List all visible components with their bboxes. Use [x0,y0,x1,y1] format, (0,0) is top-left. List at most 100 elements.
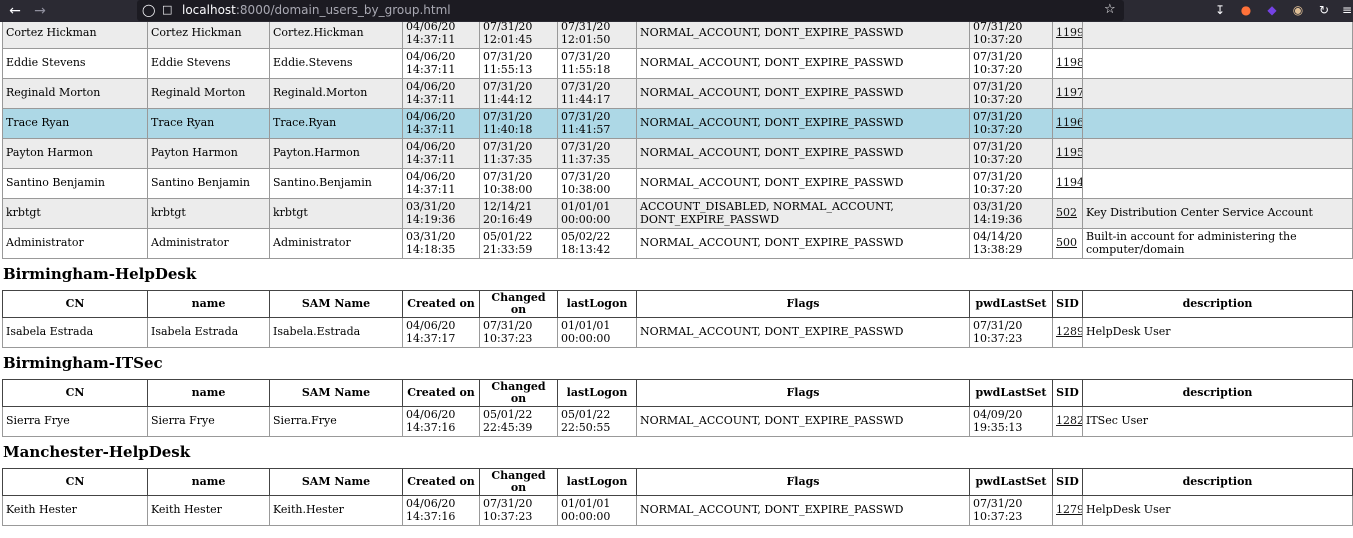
sid-cell: 1199 [1052,18,1083,49]
changed-on-date: 07/31/20 [483,170,533,183]
pwdlastset-cell: 07/31/20 10:37:20 [969,78,1053,109]
changed-on-cell: 07/31/20 11:55:13 [479,48,558,79]
changed-on-cell: 07/31/20 11:40:18 [479,108,558,139]
lastlogon-time: 10:38:00 [561,182,611,196]
sid-link[interactable]: 1279 [1056,503,1082,517]
sid-header: SID [1052,290,1083,318]
created-on-date: 04/06/20 [406,408,456,421]
changed-on-date: 07/31/20 [483,110,533,123]
changed-on-header: Changed on [479,468,558,496]
cn-cell: Sierra Frye [2,406,148,437]
sid-cell: 1279 [1052,495,1083,526]
created-on-time: 14:19:36 [406,212,456,226]
sid-cell: 1197 [1052,78,1083,109]
sid-link[interactable]: 1196 [1056,116,1082,130]
pwdlastset-time: 14:19:36 [973,212,1023,226]
changed-on-cell: 07/31/20 11:44:12 [479,78,558,109]
lastlogon-time: 00:00:00 [561,331,611,345]
lastlogon-date: 07/31/20 [561,140,611,153]
sam-name-cell: Payton.Harmon [269,138,403,169]
lastlogon-date: 05/02/22 [561,230,611,243]
pwdlastset-time: 10:37:23 [973,331,1023,345]
table-row[interactable]: Trace Ryan Trace Ryan Trace.Ryan 04/06/2… [2,108,1353,139]
changed-on-header: Changed on [479,379,558,407]
changed-on-cell: 12/14/21 20:16:49 [479,198,558,229]
lastlogon-cell: 07/31/20 11:37:35 [557,138,637,169]
menu-icon[interactable]: ≡ [1340,3,1353,17]
group-heading: Manchester-HelpDesk [3,443,191,461]
lastlogon-time: 11:55:18 [561,62,611,76]
group-users-table: CN name SAM Name Created on Changed on lastLo… [2,379,1353,437]
lastlogon-date: 01/01/01 [561,200,611,213]
bookmark-star-icon[interactable]: ☆ [1104,2,1116,17]
table-row[interactable]: Eddie Stevens Eddie Stevens Eddie.Steven… [2,48,1353,79]
pwdlastset-time: 10:37:20 [973,122,1023,136]
created-on-cell: 04/06/20 14:37:17 [402,317,480,348]
lastlogon-date: 05/01/22 [561,408,611,421]
changed-on-time: 12:01:45 [483,32,533,46]
sid-link[interactable]: 1197 [1056,86,1082,100]
sid-link[interactable]: 502 [1056,206,1077,220]
flags-cell: NORMAL_ACCOUNT, DONT_EXPIRE_PASSWD [636,108,970,139]
sid-link[interactable]: 500 [1056,236,1077,250]
cn-cell: Santino Benjamin [2,168,148,199]
pwdlastset-time: 13:38:29 [973,242,1023,256]
profile-avatar-icon[interactable]: ◉ [1291,3,1305,17]
sid-link[interactable]: 1195 [1056,146,1082,160]
created-on-date: 04/06/20 [406,497,456,510]
lastlogon-time: 18:13:42 [561,242,611,256]
name-header: name [147,379,270,407]
sam-name-cell: Administrator [269,228,403,259]
table-row[interactable]: Payton Harmon Payton Harmon Payton.Harmo… [2,138,1353,169]
reload-icon[interactable]: ↻ [1317,3,1331,17]
firefox-extension-icon[interactable]: ● [1239,3,1253,17]
created-on-cell: 04/06/20 14:37:16 [402,495,480,526]
table-row[interactable]: Isabela Estrada Isabela Estrada Isabela.… [2,317,1353,348]
sam-name-cell: Keith.Hester [269,495,403,526]
forward-arrow-icon[interactable]: → [31,2,49,20]
pwdlastset-cell: 07/31/20 10:37:20 [969,48,1053,79]
description-cell [1082,108,1353,139]
created-on-time: 14:18:35 [406,242,456,256]
flags-cell: NORMAL_ACCOUNT, DONT_EXPIRE_PASSWD [636,18,970,49]
pwdlastset-date: 07/31/20 [973,80,1023,93]
pwdlastset-cell: 07/31/20 10:37:20 [969,168,1053,199]
sid-link[interactable]: 1199 [1056,26,1082,40]
cn-header: CN [2,290,148,318]
cn-cell: Keith Hester [2,495,148,526]
table-header-row: CN name SAM Name Created on Changed on lastLo… [2,379,1353,407]
sam-name-cell: Reginald.Morton [269,78,403,109]
changed-on-time: 10:37:23 [483,331,533,345]
sid-link[interactable]: 1198 [1056,56,1082,70]
table-row[interactable]: krbtgt krbtgt krbtgt 03/31/20 14:19:36 12… [2,198,1353,229]
sid-cell: 1282 [1052,406,1083,437]
table-row[interactable]: Keith Hester Keith Hester Keith.Hester 0… [2,495,1353,526]
name-cell: Reginald Morton [147,78,270,109]
table-row[interactable]: Sierra Frye Sierra Frye Sierra.Frye 04/0… [2,406,1353,437]
group-users-table: CN name SAM Name Created on Changed on lastLo… [2,468,1353,526]
table-row[interactable]: Reginald Morton Reginald Morton Reginald… [2,78,1353,109]
description-header: description [1082,290,1353,318]
sid-link[interactable]: 1282 [1056,414,1082,428]
table-row[interactable]: Administrator Administrator Administrato… [2,228,1353,259]
sid-cell: 502 [1052,198,1083,229]
cn-cell: Trace Ryan [2,108,148,139]
created-on-date: 04/06/20 [406,140,456,153]
url-text[interactable]: localhost:8000/domain_users_by_group.htm… [182,3,451,18]
description-cell: Built-in account for administering the c… [1082,228,1353,259]
changed-on-header: Changed on [479,290,558,318]
group-users-table: CN name SAM Name Created on Changed on lastLo… [2,290,1353,348]
table-row[interactable]: Santino Benjamin Santino Benjamin Santin… [2,168,1353,199]
shield-icon[interactable]: ◯ [142,3,155,17]
flags-cell: NORMAL_ACCOUNT, DONT_EXPIRE_PASSWD [636,168,970,199]
sid-link[interactable]: 1194 [1056,176,1082,190]
description-cell [1082,78,1353,109]
changed-on-time: 11:55:13 [483,62,533,76]
back-arrow-icon[interactable]: ← [6,2,24,20]
description-cell [1082,18,1353,49]
sid-header: SID [1052,468,1083,496]
table-row[interactable]: Cortez Hickman Cortez Hickman Cortez.Hic… [2,18,1353,49]
download-icon[interactable]: ↧ [1213,3,1227,17]
extension-icon[interactable]: ◆ [1265,3,1279,17]
sid-link[interactable]: 1289 [1056,325,1082,339]
